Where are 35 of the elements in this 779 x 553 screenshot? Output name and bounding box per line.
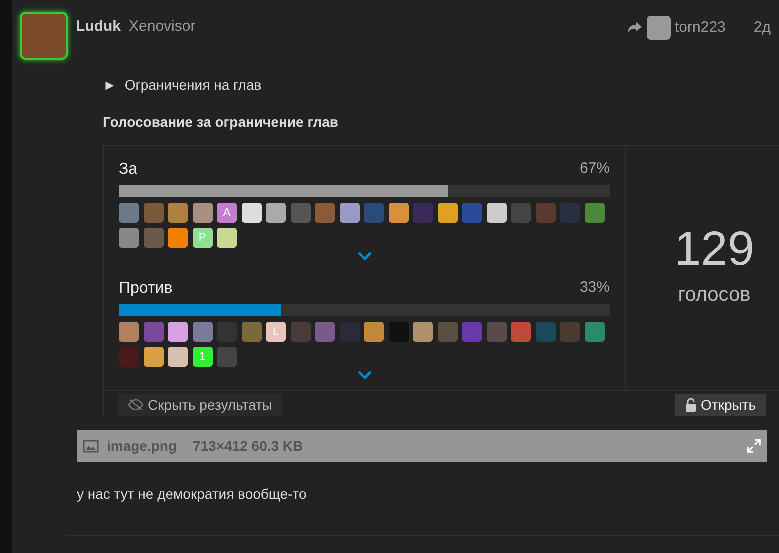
chevron-down-icon[interactable] <box>358 252 372 261</box>
image-file-info: 713×412 60.3 KB <box>193 436 304 456</box>
option-label: За <box>119 160 138 180</box>
poll-title: Голосование за ограничение глав <box>103 113 340 132</box>
option-percent: 67% <box>580 159 610 179</box>
voter-letter-avatar[interactable]: A <box>217 203 237 223</box>
option-label: Против <box>119 279 173 299</box>
vote-total: 129 <box>674 226 755 274</box>
details-summary[interactable]: Ограничения на глав <box>124 75 262 96</box>
picture-icon <box>83 440 99 452</box>
reply-avatar[interactable] <box>647 16 672 40</box>
disclosure-triangle[interactable]: ► <box>103 75 117 96</box>
user-avatar <box>20 12 68 60</box>
expand-icon[interactable] <box>747 439 761 453</box>
voter-avatar[interactable] <box>388 203 408 223</box>
eye-slash-icon <box>128 399 144 411</box>
voter-avatar[interactable] <box>340 203 360 223</box>
reply-username[interactable]: torn223 <box>675 16 726 40</box>
vote-total-label: голосов <box>678 283 751 308</box>
voter-avatar[interactable] <box>192 203 212 223</box>
post-time[interactable]: 2д <box>754 16 771 40</box>
voter-avatar[interactable] <box>486 203 506 223</box>
chevron-down-icon[interactable] <box>358 371 372 380</box>
voter-avatar[interactable] <box>438 203 458 223</box>
voter-avatar[interactable] <box>242 203 262 223</box>
message-text: у нас тут не демократия вообще-то <box>77 485 308 504</box>
option-percent: 33% <box>580 278 610 298</box>
open-poll-button[interactable]: Открыть <box>675 394 766 416</box>
voter-avatar[interactable] <box>144 347 164 367</box>
hide-results-button[interactable]: Скрыть результаты <box>118 394 282 416</box>
reply-arrow-icon <box>627 21 644 35</box>
image-filename: image.png <box>107 436 178 456</box>
user-title: Xenovisor <box>129 17 196 37</box>
username[interactable]: Luduk <box>76 16 121 38</box>
unlocked-padlock-icon <box>685 398 698 412</box>
